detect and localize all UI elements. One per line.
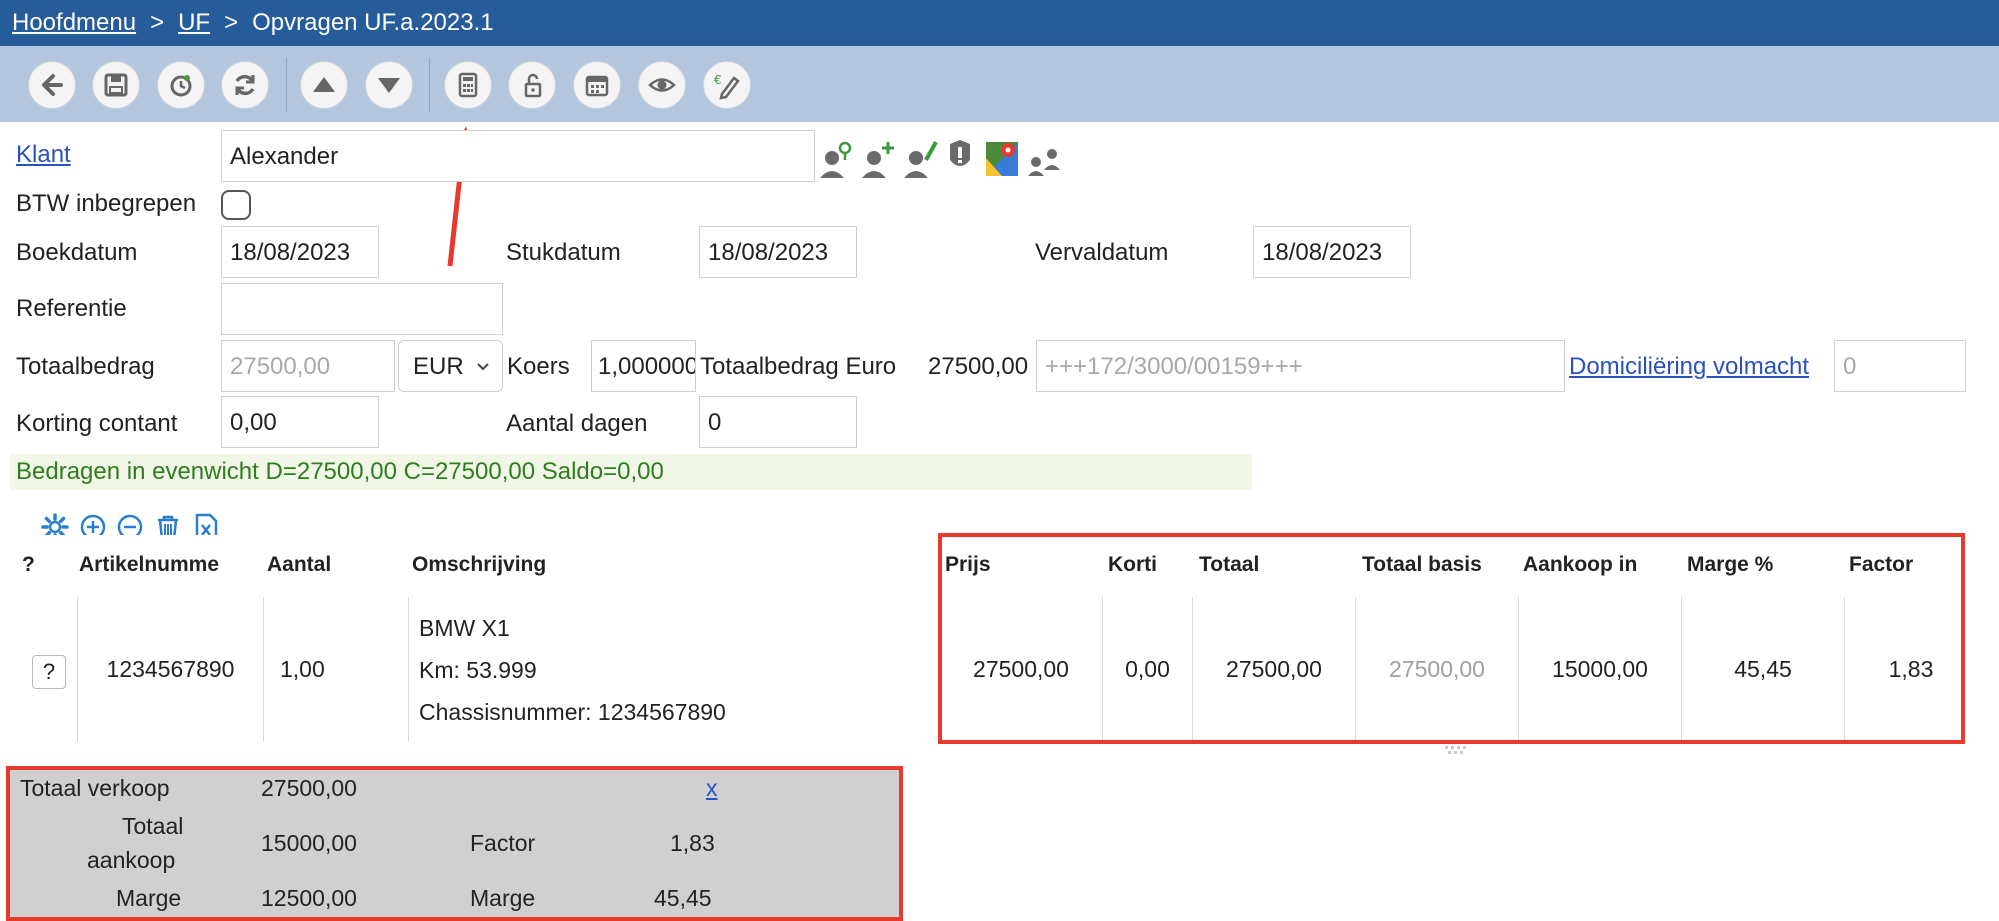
- boekdatum-input[interactable]: 18/08/2023: [221, 226, 379, 278]
- structured-reference-input[interactable]: +++172/3000/00159+++: [1036, 340, 1565, 392]
- euro-edit-button[interactable]: €: [703, 61, 751, 109]
- column-header-info: ?: [22, 553, 35, 576]
- resize-handle-icon[interactable]: [1443, 744, 1473, 756]
- add-person-icon[interactable]: [862, 142, 894, 178]
- stukdatum-label: Stukdatum: [506, 239, 621, 266]
- save-button[interactable]: [92, 61, 140, 109]
- currency-select[interactable]: EUR: [398, 340, 503, 392]
- toolbar-divider: [286, 58, 287, 112]
- description-line: BMW X1: [419, 615, 510, 641]
- referentie-label: Referentie: [16, 295, 127, 322]
- edit-person-icon[interactable]: [904, 141, 938, 178]
- column-header-aantal[interactable]: Aantal: [267, 553, 331, 577]
- description-line: Km: 53.999: [419, 657, 537, 683]
- chevron-down-icon: [477, 363, 489, 371]
- koers-label: Koers: [507, 353, 570, 380]
- korting-input[interactable]: 0,00: [221, 396, 379, 448]
- totaalbedrag-euro-label: Totaalbedrag Euro: [700, 353, 897, 380]
- back-button[interactable]: [28, 61, 76, 109]
- breadcrumb-home-link[interactable]: Hoofdmenu: [12, 9, 136, 36]
- totaalbedrag-euro-value: 27500,00: [928, 353, 1029, 380]
- calendar-icon: [585, 75, 609, 97]
- klant-input[interactable]: Alexander: [221, 130, 815, 182]
- breadcrumb-separator: >: [150, 9, 165, 36]
- annotation-highlight-box: [6, 766, 903, 921]
- balance-status: Bedragen in evenwicht D=27500,00 C=27500…: [10, 454, 1252, 490]
- eye-icon: [648, 78, 676, 92]
- search-person-icon[interactable]: [820, 141, 852, 178]
- domiciliering-link[interactable]: Domiciliëring volmacht: [1569, 353, 1809, 381]
- breadcrumb-separator: >: [224, 9, 239, 36]
- calculator-button[interactable]: [444, 61, 492, 109]
- save-icon: [104, 73, 128, 97]
- aantal-dagen-label: Aantal dagen: [506, 410, 648, 437]
- refresh-button[interactable]: [221, 61, 269, 109]
- totaalbedrag-input[interactable]: 27500,00: [221, 340, 395, 392]
- map-icon[interactable]: [986, 142, 1018, 176]
- refresh-icon: [235, 74, 255, 96]
- toolbar-divider: [429, 58, 430, 112]
- cell-artikelnummer[interactable]: 1234567890: [77, 597, 263, 742]
- breadcrumb: Hoofdmenu > UF > Opvragen UF.a.2023.1: [12, 9, 494, 37]
- klant-actions: [818, 138, 1074, 180]
- view-button[interactable]: [638, 61, 686, 109]
- column-header-artikelnummer[interactable]: Artikelnumme: [79, 553, 229, 577]
- cell-aantal[interactable]: 1,00: [263, 597, 408, 742]
- breadcrumb-current: Opvragen UF.a.2023.1: [252, 9, 494, 36]
- toolbar: €: [0, 46, 1999, 122]
- back-arrow-icon: [42, 74, 63, 96]
- arrow-down-icon: [378, 78, 400, 93]
- unlock-icon: [524, 73, 542, 98]
- grid-footer: [22, 742, 1977, 760]
- btw-label: BTW inbegrepen: [16, 190, 197, 217]
- calendar-button[interactable]: [573, 61, 621, 109]
- move-up-button[interactable]: [300, 61, 348, 109]
- history-icon: [170, 75, 192, 97]
- vervaldatum-label: Vervaldatum: [1035, 239, 1169, 266]
- arrow-up-icon: [313, 77, 335, 92]
- column-header-omschrijving[interactable]: Omschrijving: [412, 553, 546, 577]
- aantal-dagen-input[interactable]: 0: [699, 396, 857, 448]
- korting-label: Korting contant: [16, 410, 178, 437]
- breadcrumb-module-link[interactable]: UF: [178, 9, 210, 36]
- stukdatum-input[interactable]: 18/08/2023: [699, 226, 857, 278]
- koers-input[interactable]: 1,000000: [591, 340, 696, 392]
- currency-value: EUR: [413, 353, 464, 380]
- calculator-icon: [458, 72, 478, 98]
- contacts-icon[interactable]: [1028, 149, 1060, 176]
- annotation-highlight-box: [938, 533, 1965, 744]
- description-line: Chassisnummer: 1234567890: [419, 699, 726, 725]
- vervaldatum-input[interactable]: 18/08/2023: [1253, 226, 1411, 278]
- domiciliering-input[interactable]: 0: [1834, 340, 1966, 392]
- euro-edit-icon: €: [714, 73, 740, 100]
- klant-link[interactable]: Klant: [16, 141, 71, 169]
- row-info-button[interactable]: ?: [32, 655, 66, 689]
- btw-checkbox[interactable]: [221, 190, 251, 220]
- boekdatum-label: Boekdatum: [16, 239, 138, 266]
- shield-icon[interactable]: [950, 140, 970, 166]
- unlock-button[interactable]: [508, 61, 556, 109]
- svg-text:€: €: [714, 73, 722, 87]
- referentie-input[interactable]: [221, 283, 503, 335]
- cell-omschrijving[interactable]: BMW X1 Km: 53.999 Chassisnummer: 1234567…: [408, 597, 939, 742]
- totaalbedrag-label: Totaalbedrag: [16, 353, 155, 380]
- history-button[interactable]: [157, 61, 205, 109]
- move-down-button[interactable]: [365, 61, 413, 109]
